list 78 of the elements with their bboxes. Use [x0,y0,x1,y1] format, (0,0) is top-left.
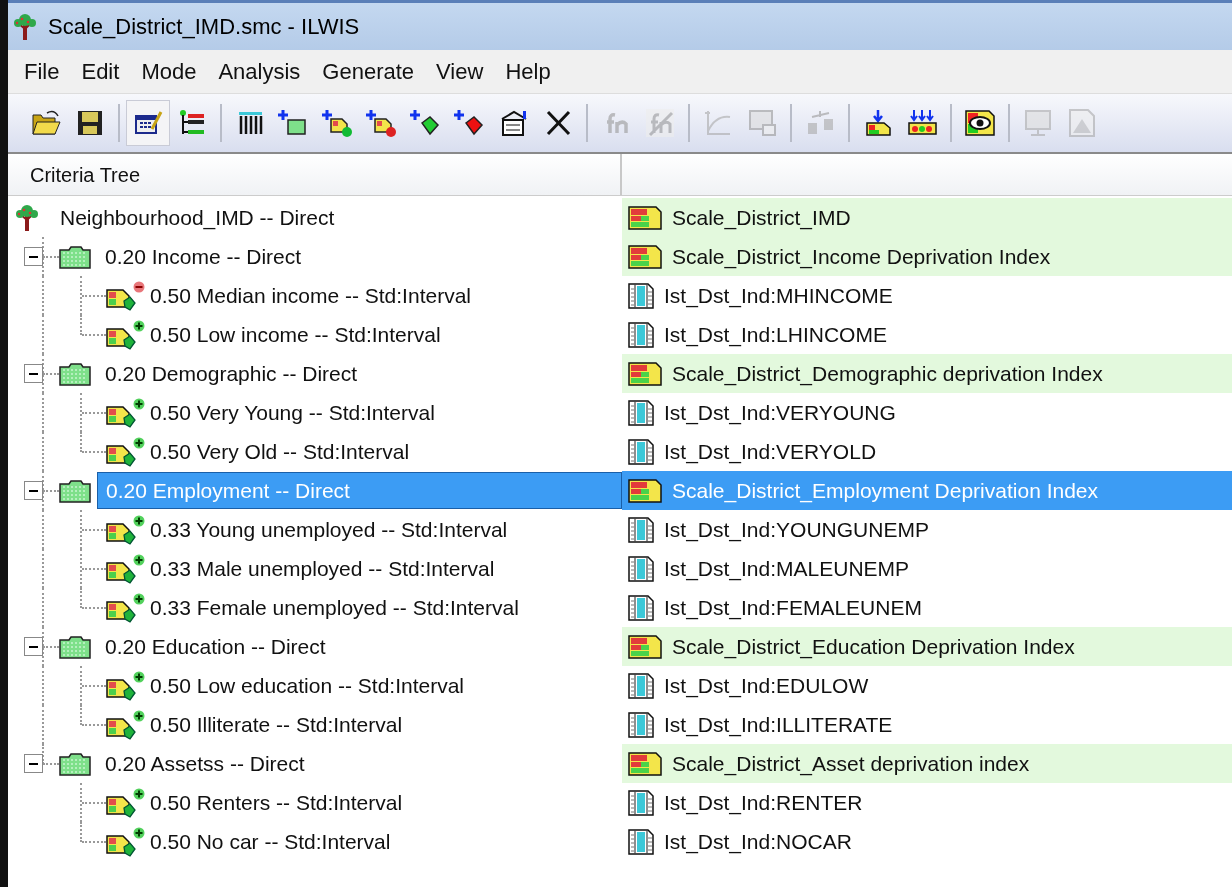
menu-item[interactable]: Help [497,55,559,88]
folder-icon [59,751,91,776]
map-cell[interactable]: Ist_Dst_Ind:YOUNGUNEMP [622,510,1232,549]
edit-button[interactable] [126,100,170,146]
collapse-toggle[interactable] [24,754,43,773]
tree-node[interactable]: 0.50 Renters -- Std:Interval [148,786,405,819]
eye-icon [964,107,996,139]
map-cell[interactable]: Scale_District_Asset deprivation index [622,744,1232,783]
map-cell[interactable]: Ist_Dst_Ind:EDULOW [622,666,1232,705]
table-column-icon [628,594,654,621]
window-title: Scale_District_IMD.smc - ILWIS [48,13,360,41]
raster-map-icon [628,634,662,659]
table-column-icon [628,828,654,855]
tree-node[interactable]: 0.20 Education -- Direct [97,628,622,665]
raster-map-icon [628,751,662,776]
tree-node[interactable]: Neighbourhood_IMD -- Direct [56,201,339,234]
tree-node[interactable]: 0.20 Demographic -- Direct [97,355,622,392]
table-column-icon [628,438,654,465]
table-column-icon [628,672,654,699]
map-cell[interactable]: Ist_Dst_Ind:VERYOUNG [622,393,1232,432]
raster-map-icon [628,244,662,269]
raster-map-icon [628,361,662,386]
map-cell[interactable]: Ist_Dst_Ind:RENTER [622,783,1232,822]
menu-item[interactable]: Mode [133,55,205,88]
menu-item[interactable]: View [428,55,492,88]
collapse-toggle[interactable] [24,247,43,266]
image-icon [1066,107,1098,139]
tree-node[interactable]: 0.50 Very Young -- Std:Interval [148,396,437,429]
add-map-icon [322,107,354,139]
map-cell[interactable]: Ist_Dst_Ind:FEMALEUNEM [622,588,1232,627]
map-cell[interactable]: Scale_District_Income Deprivation Index [622,237,1232,276]
table-column-icon [628,321,654,348]
folder-icon [59,634,91,659]
monitor-icon [1022,107,1054,139]
map-cell[interactable]: Scale_District_Education Deprivation Index [622,627,1232,666]
folder-icon [59,478,91,503]
collapse-toggle[interactable] [24,637,43,656]
tree-node[interactable]: 0.50 Very Old -- Std:Interval [148,435,412,468]
tree-icon [14,203,40,232]
raster-map-icon [628,205,662,230]
table-column-icon [628,282,654,309]
map-cell[interactable]: Ist_Dst_Ind:ILLITERATE [622,705,1232,744]
function-icon [644,107,676,139]
tree-node[interactable]: 0.33 Young unemployed -- Std:Interval [148,513,510,546]
tree-node[interactable]: 0.50 Low income -- Std:Interval [148,318,443,351]
tree-node[interactable]: 0.20 Income -- Direct [97,238,622,275]
tree-node[interactable]: 0.50 Low education -- Std:Interval [148,669,466,702]
table-column-icon [628,399,654,426]
menu-item[interactable]: Edit [73,55,128,88]
map-cell[interactable]: Ist_Dst_Ind:MALEUNEMP [622,549,1232,588]
folder-icon [59,244,91,269]
collapse-toggle[interactable] [24,481,43,500]
menu-item[interactable]: File [16,55,68,88]
tree-node[interactable]: 0.33 Male unemployed -- Std:Interval [148,552,497,585]
map-window-icon [746,107,778,139]
table-column-icon [628,516,654,543]
table-column-icon [628,711,654,738]
menu-item[interactable]: Generate [314,55,423,88]
add-map-icon [366,107,398,139]
map-cell[interactable]: Ist_Dst_Ind:NOCAR [622,822,1232,861]
column-header[interactable]: Criteria Tree [8,154,622,195]
map-cell[interactable]: Scale_District_IMD [622,198,1232,237]
map-cell[interactable]: Ist_Dst_Ind:MHINCOME [622,276,1232,315]
map-cell[interactable]: Ist_Dst_Ind:VERYOLD [622,432,1232,471]
tree-node[interactable]: 0.33 Female unemployed -- Std:Interval [148,591,521,624]
map-cell[interactable]: Ist_Dst_Ind:LHINCOME [622,315,1232,354]
tree-icon [12,12,38,41]
folder-icon [59,361,91,386]
map-cell[interactable]: Scale_District_Demographic deprivation Index [622,354,1232,393]
tree-node[interactable]: 0.20 Assetss -- Direct [97,745,622,782]
menu-item[interactable]: Analysis [210,55,309,88]
collapse-toggle[interactable] [24,364,43,383]
tree-node[interactable]: 0.50 Illiterate -- Std:Interval [148,708,405,741]
table-column-icon [628,789,654,816]
raster-map-icon [628,478,662,503]
table-column-icon [628,555,654,582]
tree-node[interactable]: 0.50 Median income -- Std:Interval [148,279,473,312]
tree-node[interactable]: 0.50 No car -- Std:Interval [148,825,393,858]
